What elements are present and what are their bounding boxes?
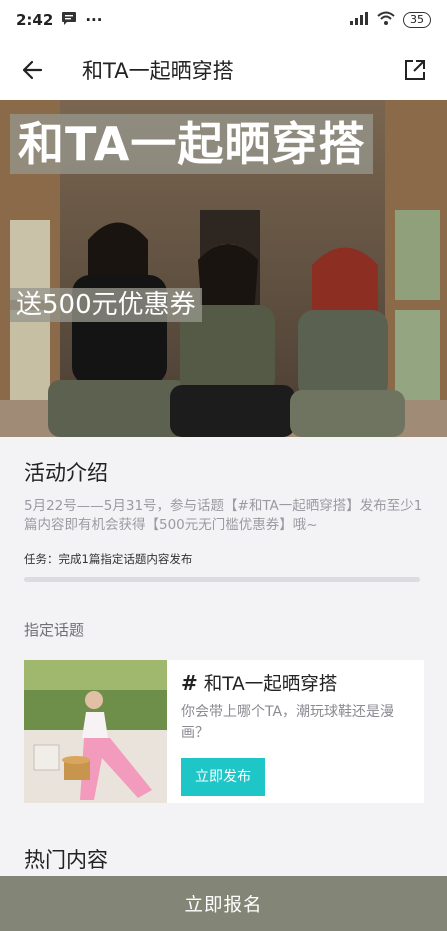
topic-description: 你会带上哪个TA，潮玩球鞋还是漫画？ (181, 704, 395, 741)
banner-title: 和TA一起晒穿搭 (10, 114, 374, 174)
topic-section-label: 指定话题 (24, 621, 85, 639)
activity-intro: 活动介绍 5月22号——5月31号，参与话题【#和TA一起晒穿搭】发布至少1篇内… (0, 437, 447, 593)
share-button[interactable] (383, 40, 447, 100)
topic-name-text: 和TA一起晒穿搭 (203, 674, 338, 695)
share-external-icon (405, 60, 425, 80)
back-button[interactable] (0, 40, 64, 100)
designated-topic-section: 指定话题 # 和TA一起晒穿搭 你会带上哪个TA，潮玩球鞋还是漫画？ 立即发布 (0, 605, 447, 820)
wifi-icon (377, 11, 395, 29)
task-progress-bar (24, 577, 420, 582)
hashtag-icon: # (181, 671, 198, 695)
topic-thumbnail (24, 660, 167, 803)
nav-bar: 和TA一起晒穿搭 (0, 40, 447, 100)
intro-title: 活动介绍 (24, 461, 108, 485)
topic-name: # 和TA一起晒穿搭 (181, 670, 412, 696)
task-label: 任务：完成1篇指定话题内容发布 (24, 552, 193, 566)
hot-content-section: 热门内容 (0, 830, 447, 878)
topic-card[interactable]: # 和TA一起晒穿搭 你会带上哪个TA，潮玩球鞋还是漫画？ 立即发布 (24, 660, 424, 803)
battery-indicator: 35 (403, 12, 431, 28)
message-icon (61, 11, 77, 29)
intro-description: 5月22号——5月31号，参与话题【#和TA一起晒穿搭】发布至少1篇内容即有机会… (24, 498, 423, 533)
status-bar: 2:42 ··· 35 (0, 0, 447, 40)
banner-subtitle: 送500元优惠券 (10, 288, 202, 322)
more-dots-icon: ··· (85, 11, 103, 29)
status-time: 2:42 (16, 11, 54, 29)
back-arrow-icon (22, 60, 43, 80)
register-now-button[interactable]: 立即报名 (0, 876, 447, 931)
page-title: 和TA一起晒穿搭 (82, 59, 234, 83)
signal-icon (349, 11, 369, 29)
publish-now-button[interactable]: 立即发布 (181, 758, 265, 796)
hero-banner[interactable]: 和TA一起晒穿搭 送500元优惠券 (0, 100, 447, 437)
hot-content-title: 热门内容 (24, 848, 108, 872)
